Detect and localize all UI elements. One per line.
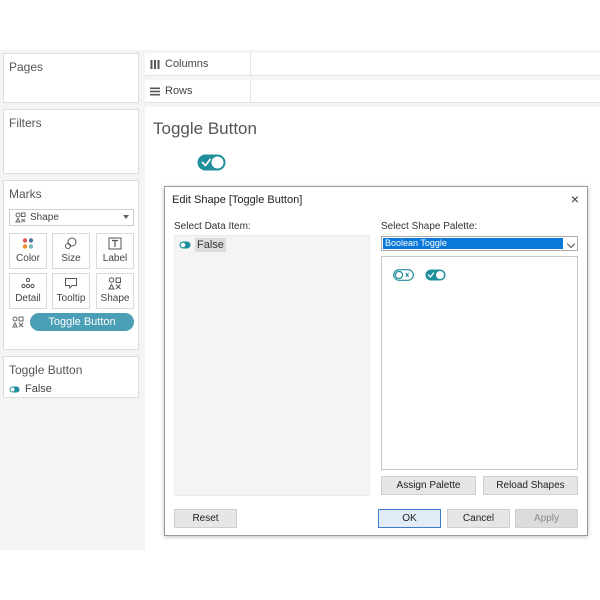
toggle-on-mark[interactable] (197, 154, 226, 171)
label-button-label: Label (102, 253, 128, 264)
rows-shelf[interactable]: Rows (145, 80, 600, 103)
mark-type-value: Shape (30, 212, 59, 223)
toggle-on-icon (9, 386, 20, 392)
toggle-button-pill[interactable]: Toggle Button (30, 313, 134, 331)
select-shape-palette-label: Select Shape Palette: (381, 221, 478, 232)
chevron-down-icon (566, 239, 576, 249)
detail-button[interactable]: Detail (9, 273, 47, 309)
size-button[interactable]: Size (52, 233, 90, 269)
shape-legend-card: Toggle Button False (3, 356, 139, 398)
legend-item-label: False (25, 383, 52, 395)
shape-button[interactable]: Shape (96, 273, 134, 309)
toggle-on-shape[interactable] (425, 269, 446, 281)
color-button-label: Color (16, 253, 40, 264)
palette-selected-value: Boolean Toggle (383, 238, 563, 249)
rows-shelf-label: Rows (145, 80, 251, 102)
legend-title: Toggle Button (9, 363, 83, 377)
shape-encoding-row: Toggle Button (10, 313, 138, 331)
data-item-list: False (174, 235, 370, 496)
dialog-title: Edit Shape [Toggle Button] (172, 194, 303, 206)
columns-shelf-label: Columns (145, 53, 251, 75)
palette-dropdown[interactable]: Boolean Toggle (381, 236, 578, 251)
shape-icon (108, 277, 121, 290)
size-button-label: Size (61, 253, 81, 264)
chevron-down-icon (123, 215, 129, 219)
pages-card[interactable]: Pages (3, 53, 139, 103)
tooltip-button-label: Tooltip (56, 293, 86, 304)
select-data-item-label: Select Data Item: (174, 221, 251, 232)
label-icon (108, 237, 122, 250)
columns-shelf[interactable]: Columns (145, 53, 600, 76)
cancel-button[interactable]: Cancel (447, 509, 510, 528)
mark-type-dropdown[interactable]: Shape (9, 209, 134, 226)
sheet-title: Toggle Button (153, 119, 257, 138)
legend-item-false[interactable]: False (9, 383, 52, 395)
edit-shape-dialog: Edit Shape [Toggle Button] × Select Data… (164, 186, 588, 536)
color-button[interactable]: Color (9, 233, 47, 269)
filters-title: Filters (9, 116, 42, 130)
marks-card: Marks Shape Color Size Label Detail Tool… (3, 180, 139, 350)
tooltip-icon (65, 278, 77, 290)
assign-palette-button[interactable]: Assign Palette (381, 476, 476, 495)
toggle-off-shape[interactable] (393, 269, 414, 281)
reset-button[interactable]: Reset (174, 509, 237, 528)
data-item-label: False (195, 238, 226, 252)
columns-icon (150, 59, 160, 69)
shape-icon (15, 212, 26, 223)
apply-button: Apply (515, 509, 578, 528)
rows-label-text: Rows (165, 85, 193, 97)
label-button[interactable]: Label (96, 233, 134, 269)
rows-icon (150, 87, 160, 95)
size-icon (65, 237, 77, 249)
ok-button[interactable]: OK (378, 509, 441, 528)
pages-title: Pages (9, 60, 44, 74)
toggle-on-icon (179, 241, 191, 249)
tooltip-button[interactable]: Tooltip (52, 273, 90, 309)
shape-button-label: Shape (100, 293, 130, 304)
reload-shapes-button[interactable]: Reload Shapes (483, 476, 578, 495)
shape-icon (12, 316, 24, 328)
filters-card[interactable]: Filters (3, 109, 139, 174)
detail-icon (21, 277, 35, 289)
marks-title: Marks (9, 187, 42, 201)
color-dots-icon (22, 238, 34, 249)
data-item-false[interactable]: False (179, 238, 226, 252)
shape-palette-grid (381, 256, 578, 470)
columns-label-text: Columns (165, 58, 209, 70)
detail-button-label: Detail (15, 293, 41, 304)
close-icon[interactable]: × (571, 191, 579, 207)
